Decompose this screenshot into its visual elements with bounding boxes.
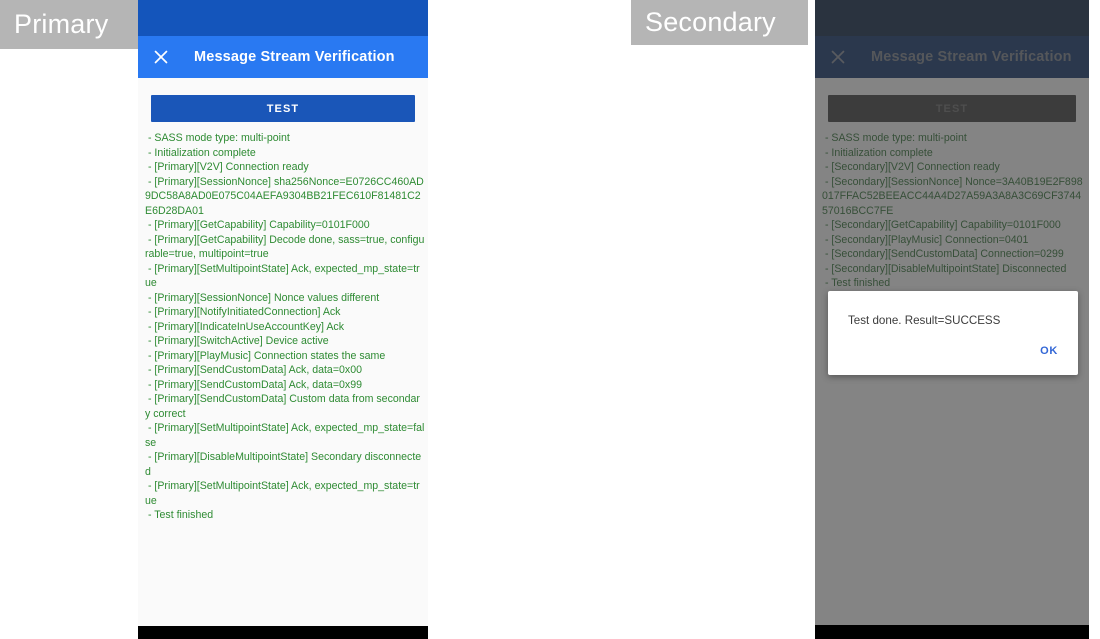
navigation-bar-secondary xyxy=(815,625,1089,639)
phone-screen-primary: Message Stream Verification TEST - SASS … xyxy=(138,0,428,639)
log-line: - [Primary][GetCapability] Decode done, … xyxy=(145,233,425,261)
log-line: - [Primary][V2V] Connection ready xyxy=(145,161,309,173)
role-label-primary-text: Primary xyxy=(14,9,109,39)
test-button[interactable]: TEST xyxy=(151,95,415,122)
app-bar-title: Message Stream Verification xyxy=(194,49,395,65)
log-line: - [Secondary][SendCustomData] Connection… xyxy=(822,248,1064,260)
status-bar-secondary xyxy=(815,0,1089,36)
log-line: - Test finished xyxy=(822,277,891,289)
log-line: - SASS mode type: multi-point xyxy=(145,132,290,144)
log-line: - Initialization complete xyxy=(822,146,933,159)
log-line: - [Primary][NotifyInitiatedConnection] A… xyxy=(145,306,341,318)
phone-screen-secondary: Message Stream Verification TEST - SASS … xyxy=(815,0,1089,639)
log-output-primary[interactable]: - SASS mode type: multi-point - Initiali… xyxy=(145,131,428,523)
log-line: - [Primary][SetMultipointState] Ack, exp… xyxy=(145,422,425,449)
log-line: - [Primary][SetMultipointState] Ack, exp… xyxy=(145,262,420,290)
navigation-bar-primary xyxy=(138,626,428,639)
log-line: - [Primary][IndicateInUseAccountKey] Ack xyxy=(145,320,345,333)
dialog-actions: OK xyxy=(828,339,1078,375)
test-button: TEST xyxy=(828,95,1076,122)
log-line: - [Primary][SendCustomData] Ack, data=0x… xyxy=(145,364,362,376)
app-bar-primary: Message Stream Verification xyxy=(138,36,428,78)
log-line: - [Secondary][DisableMultipointState] Di… xyxy=(822,262,1067,275)
log-output-secondary: - SASS mode type: multi-point - Initiali… xyxy=(822,131,1089,291)
role-label-secondary: Secondary xyxy=(631,0,808,45)
log-line: - [Primary][PlayMusic] Connection states… xyxy=(145,349,386,362)
dialog-message: Test done. Result=SUCCESS xyxy=(848,314,1001,327)
log-line: - [Secondary][V2V] Connection ready xyxy=(822,161,1000,173)
content-area-primary: TEST - SASS mode type: multi-point - Ini… xyxy=(138,95,428,639)
log-line: - [Primary][SessionNonce] Nonce values d… xyxy=(145,291,380,304)
log-line: - [Primary][SetMultipointState] Ack, exp… xyxy=(145,480,420,507)
status-bar-primary xyxy=(138,0,428,36)
dialog-ok-button[interactable]: OK xyxy=(1038,341,1060,361)
log-line: - [Secondary][SessionNonce] Nonce=3A40B1… xyxy=(822,175,1083,217)
log-line: - SASS mode type: multi-point xyxy=(822,132,967,144)
log-line: - [Primary][SessionNonce] sha256Nonce=E0… xyxy=(145,175,424,217)
app-bar-title: Message Stream Verification xyxy=(871,49,1072,65)
result-dialog: Test done. Result=SUCCESS OK xyxy=(828,291,1078,375)
log-line: - Test finished xyxy=(145,509,214,521)
log-line: - [Primary][SendCustomData] Custom data … xyxy=(145,393,420,420)
app-bar-secondary: Message Stream Verification xyxy=(815,36,1089,78)
close-icon[interactable] xyxy=(827,46,849,68)
log-line: - Initialization complete xyxy=(145,146,256,159)
log-line: - [Secondary][GetCapability] Capability=… xyxy=(822,219,1061,231)
close-icon[interactable] xyxy=(150,46,172,68)
log-line: - [Secondary][PlayMusic] Connection=0401 xyxy=(822,233,1029,246)
log-line: - [Primary][DisableMultipointState] Seco… xyxy=(145,451,422,478)
log-line: - [Primary][SendCustomData] Ack, data=0x… xyxy=(145,378,362,391)
log-line: - [Primary][SwitchActive] Device active xyxy=(145,335,329,347)
log-line: - [Primary][GetCapability] Capability=01… xyxy=(145,219,370,231)
role-label-secondary-text: Secondary xyxy=(645,7,776,37)
role-label-primary: Primary xyxy=(0,0,138,49)
